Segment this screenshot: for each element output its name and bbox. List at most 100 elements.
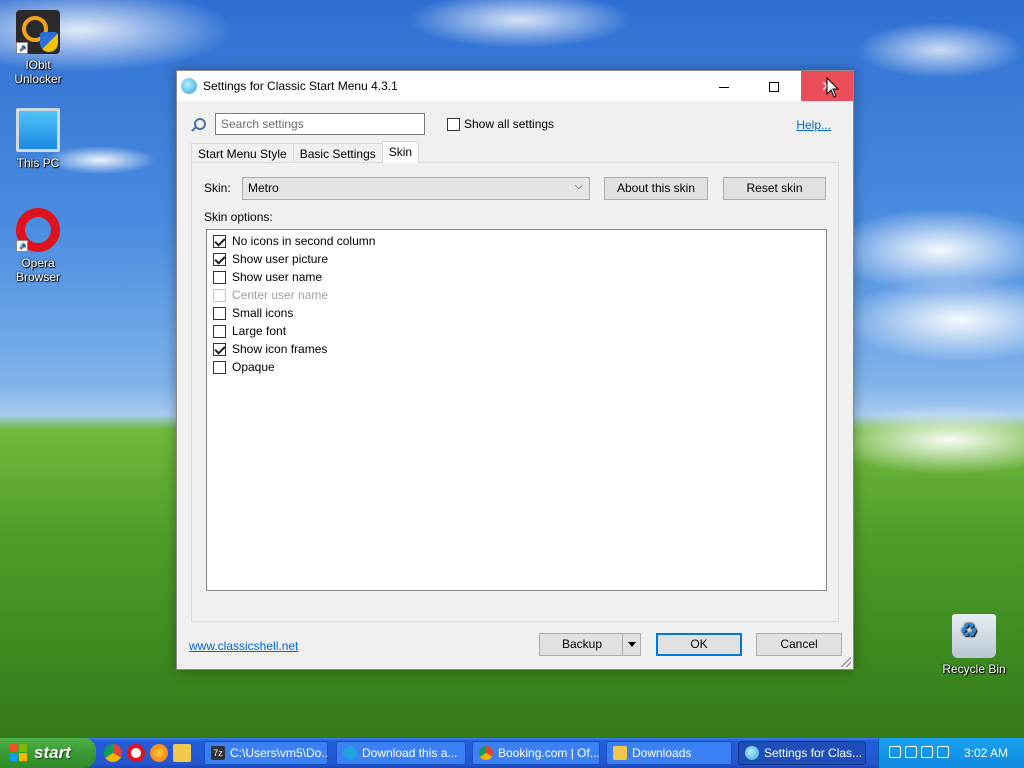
desktop-icon-opera-browser[interactable]: ↗ Opera Browser	[0, 208, 76, 284]
reset-skin-button[interactable]: Reset skin	[723, 177, 826, 200]
minimize-button[interactable]	[699, 71, 749, 101]
checkbox-unchecked[interactable]	[213, 360, 226, 374]
option-label: No icons in second column	[232, 234, 376, 248]
maximize-icon	[769, 82, 779, 93]
checkbox-unchecked[interactable]	[213, 270, 226, 284]
classic-shell-icon	[745, 746, 759, 760]
window-title: Settings for Classic Start Menu 4.3.1	[203, 79, 398, 93]
search-row: Show all settings Help...	[187, 113, 837, 137]
option-small-icons[interactable]: Small icons	[207, 304, 826, 322]
task-label: Downloads	[632, 746, 692, 760]
desktop-icon-recycle-bin[interactable]: Recycle Bin	[936, 614, 1012, 676]
tab-start-menu-style[interactable]: Start Menu Style	[191, 143, 294, 163]
shortcut-arrow-icon: ↗	[16, 240, 28, 252]
tab-skin[interactable]: Skin	[381, 141, 420, 163]
title-bar[interactable]: Settings for Classic Start Menu 4.3.1 ✕	[177, 71, 853, 101]
skin-selected-value: Metro	[248, 181, 279, 195]
maximize-button[interactable]	[749, 71, 799, 101]
checkbox-disabled	[213, 288, 226, 302]
skin-label: Skin:	[204, 181, 231, 195]
edge-icon	[343, 746, 357, 760]
task-label: Download this a...	[362, 746, 458, 760]
task-button-edge[interactable]: Download this a...	[336, 741, 466, 765]
task-label: Booking.com | Of...	[498, 746, 600, 760]
desktop-icon-label: This PC	[16, 156, 60, 170]
skin-tab-panel: Skin: Metro ⌵ About this skin Reset skin…	[191, 162, 839, 622]
option-label: Large font	[232, 324, 287, 338]
windows-logo-icon	[10, 744, 28, 762]
checkbox-box[interactable]	[447, 117, 460, 131]
cancel-button[interactable]: Cancel	[756, 633, 842, 656]
option-show-icon-frames[interactable]: Show icon frames	[207, 340, 826, 358]
folder-icon	[613, 746, 627, 760]
checkbox-checked[interactable]	[213, 342, 226, 356]
option-show-user-name[interactable]: Show user name	[207, 268, 826, 286]
desktop-icon-this-pc[interactable]: This PC	[0, 108, 76, 170]
task-label: Settings for Clas...	[764, 746, 863, 760]
task-label: C:\Users\vm5\Do...	[230, 746, 328, 760]
option-show-user-picture[interactable]: Show user picture	[207, 250, 826, 268]
option-label: Opaque	[232, 360, 275, 374]
opera-icon: ↗	[16, 208, 60, 252]
start-button[interactable]: start	[0, 738, 96, 768]
tab-strip: Start Menu Style Basic Settings Skin	[191, 141, 420, 163]
backup-button[interactable]: Backup	[539, 633, 641, 656]
option-label: Small icons	[232, 306, 294, 320]
firefox-icon[interactable]	[150, 744, 168, 762]
recycle-bin-icon	[952, 614, 996, 658]
onedrive-icon[interactable]	[905, 746, 917, 758]
option-label: Show user picture	[232, 252, 329, 266]
checkbox-checked[interactable]	[213, 252, 226, 266]
option-opaque[interactable]: Opaque	[207, 358, 826, 376]
classic-shell-icon	[181, 78, 197, 94]
option-center-user-name: Center user name	[207, 286, 826, 304]
dropdown-arrow-icon[interactable]	[622, 634, 640, 655]
search-icon	[189, 117, 206, 133]
about-this-skin-button[interactable]: About this skin	[604, 177, 708, 200]
checkbox-unchecked[interactable]	[213, 324, 226, 338]
option-large-font[interactable]: Large font	[207, 322, 826, 340]
desktop-icon-iobit-unlocker[interactable]: ↗ IObit Unlocker	[0, 10, 76, 86]
search-input[interactable]	[215, 113, 425, 135]
network-icon[interactable]	[921, 746, 933, 758]
computer-icon	[16, 108, 60, 152]
chrome-icon[interactable]	[104, 744, 122, 762]
task-button-7zip[interactable]: 7z C:\Users\vm5\Do...	[204, 741, 328, 765]
desktop-icon-label: Browser	[15, 270, 60, 284]
checkbox-unchecked[interactable]	[213, 306, 226, 320]
chrome-icon	[479, 746, 493, 760]
resize-grip-icon[interactable]	[841, 657, 851, 667]
taskbar: start 7z C:\Users\vm5\Do... Download thi…	[0, 738, 1024, 768]
skin-dropdown[interactable]: Metro ⌵	[242, 177, 590, 200]
folder-icon[interactable]	[173, 744, 191, 762]
settings-window: Settings for Classic Start Menu 4.3.1 ✕ …	[176, 70, 854, 670]
checkbox-checked[interactable]	[213, 234, 226, 248]
show-all-settings-checkbox[interactable]: Show all settings	[447, 117, 554, 131]
volume-muted-icon[interactable]	[937, 746, 949, 758]
desktop-icon-label: Opera	[21, 256, 55, 270]
tab-basic-settings[interactable]: Basic Settings	[292, 143, 383, 163]
tray-icons	[889, 746, 949, 758]
opera-icon[interactable]	[127, 744, 145, 762]
help-link[interactable]: Help...	[796, 118, 831, 132]
tray-app-icon[interactable]	[889, 746, 901, 758]
shortcut-arrow-icon: ↗	[16, 42, 28, 54]
clock[interactable]: 3:02 AM	[964, 746, 1008, 760]
system-tray: 3:02 AM	[878, 738, 1024, 768]
skin-row: Skin: Metro ⌵ About this skin Reset skin	[204, 177, 826, 201]
desktop-icon-label: IObit	[25, 58, 51, 72]
task-button-settings[interactable]: Settings for Clas...	[738, 741, 866, 765]
task-button-downloads[interactable]: Downloads	[606, 741, 732, 765]
quick-launch	[104, 744, 191, 762]
option-label: Show user name	[232, 270, 323, 284]
skin-options-label: Skin options:	[204, 210, 273, 224]
desktop-icon-label: Recycle Bin	[942, 662, 1006, 676]
task-button-chrome[interactable]: Booking.com | Of...	[472, 741, 600, 765]
ok-button[interactable]: OK	[656, 633, 742, 656]
minimize-icon	[719, 86, 729, 88]
start-label: start	[34, 743, 71, 762]
classicshell-website-link[interactable]: www.classicshell.net	[189, 639, 298, 653]
option-label: Center user name	[232, 288, 329, 302]
chevron-down-icon: ⌵	[574, 180, 583, 192]
option-no-icons-second-column[interactable]: No icons in second column	[207, 232, 826, 250]
